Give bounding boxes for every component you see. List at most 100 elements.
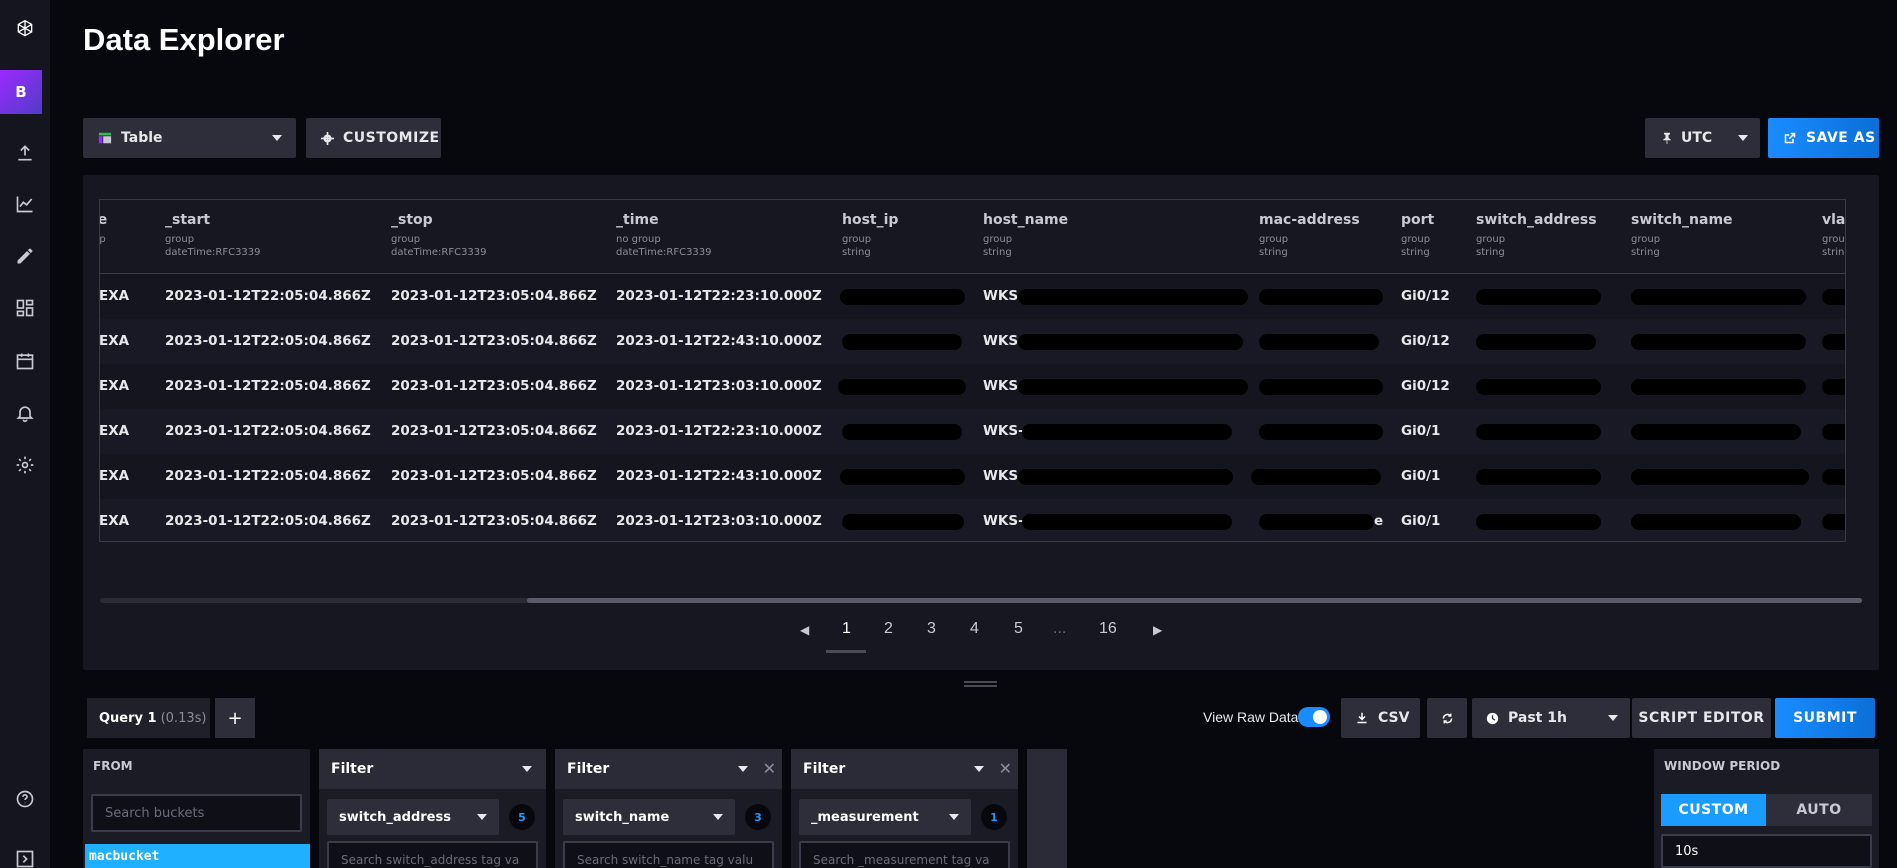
filter-key-dropdown[interactable]: _measurement: [799, 799, 971, 835]
dashboards-icon[interactable]: [0, 285, 50, 331]
scrollbar-thumb[interactable]: [527, 598, 1862, 603]
add-query-button[interactable]: +: [215, 698, 255, 738]
filter-card-header[interactable]: Filter: [319, 749, 546, 789]
download-icon: [1354, 710, 1370, 726]
chevron-down-icon: [477, 814, 487, 820]
table-row[interactable]: EXA 2023-01-12T22:05:04.866Z 2023-01-12T…: [100, 319, 1845, 364]
page-2[interactable]: 2: [884, 620, 893, 638]
timezone-dropdown[interactable]: UTC: [1645, 118, 1760, 158]
page-16[interactable]: 16: [1099, 620, 1117, 638]
close-icon[interactable]: ✕: [999, 759, 1012, 778]
filter-card-header[interactable]: Filter ✕: [555, 749, 782, 789]
redaction-mark: [1631, 379, 1806, 395]
horizontal-scrollbar[interactable]: [100, 598, 1862, 603]
selection-count-badge: 3: [745, 804, 771, 830]
upload-icon[interactable]: [0, 130, 50, 176]
column-group: group: [1259, 234, 1289, 245]
redaction-mark: [1259, 379, 1383, 395]
chevron-left-icon[interactable]: ◀: [800, 623, 809, 637]
table-row[interactable]: EXA 2023-01-12T22:05:04.866Z 2023-01-12T…: [100, 499, 1845, 541]
page-4[interactable]: 4: [970, 620, 979, 638]
gear-icon: [319, 130, 335, 146]
help-icon[interactable]: [0, 776, 50, 822]
cell-port: Gi0/12: [1401, 288, 1450, 304]
table-body: EXA 2023-01-12T22:05:04.866Z 2023-01-12T…: [99, 274, 1845, 541]
cell-port: Gi0/12: [1401, 333, 1450, 349]
visualization-type-dropdown[interactable]: Table: [83, 118, 296, 158]
bucket-search-input[interactable]: Search buckets: [91, 794, 302, 832]
column-name: _stop: [391, 212, 433, 228]
graph-icon[interactable]: [0, 181, 50, 227]
table-row[interactable]: EXA 2023-01-12T22:05:04.866Z 2023-01-12T…: [100, 274, 1845, 319]
cell-value: EXA: [99, 468, 130, 484]
expand-icon[interactable]: [0, 836, 50, 868]
influx-logo-icon[interactable]: [0, 6, 50, 52]
view-raw-data-toggle[interactable]: [1298, 707, 1330, 727]
column-group: no group: [616, 234, 661, 245]
customize-button[interactable]: CUSTOMIZE: [306, 118, 441, 158]
redaction-mark: [1476, 334, 1596, 350]
cell-host-name: WKS-: [983, 513, 1024, 529]
table-row[interactable]: EXA 2023-01-12T22:05:04.866Z 2023-01-12T…: [100, 364, 1845, 409]
calendar-icon[interactable]: [0, 338, 50, 384]
left-nav: B: [0, 0, 50, 868]
chevron-down-icon: [974, 766, 984, 772]
refresh-button[interactable]: [1427, 698, 1467, 738]
query-tab-time: (0.13s): [160, 710, 207, 726]
auto-window-button[interactable]: AUTO: [1766, 794, 1872, 826]
cell-time: 2023-01-12T22:43:10.000Z: [616, 333, 822, 349]
window-period-input[interactable]: 10s: [1661, 834, 1872, 868]
clock-icon: [1484, 710, 1500, 726]
cell-start: 2023-01-12T22:05:04.866Z: [165, 423, 371, 439]
redaction-mark: [1476, 424, 1601, 440]
filter-key-dropdown[interactable]: switch_name: [563, 799, 735, 835]
add-filter-card[interactable]: [1027, 749, 1067, 868]
chevron-down-icon: [738, 766, 748, 772]
cell-start: 2023-01-12T22:05:04.866Z: [165, 468, 371, 484]
tag-search-input[interactable]: Search _measurement tag va: [799, 841, 1010, 868]
custom-window-button[interactable]: CUSTOM: [1661, 794, 1766, 826]
page-1[interactable]: 1: [842, 620, 851, 638]
tag-search-input[interactable]: Search switch_address tag va: [327, 841, 538, 868]
pencil-icon[interactable]: [0, 233, 50, 279]
table-row[interactable]: EXA 2023-01-12T22:05:04.866Z 2023-01-12T…: [100, 409, 1845, 454]
column-type: dateTime:RFC3339: [616, 247, 712, 258]
column-name: _start: [165, 212, 211, 228]
table-row[interactable]: EXA 2023-01-12T22:05:04.866Z 2023-01-12T…: [99, 454, 1845, 499]
script-editor-button[interactable]: SCRIPT EDITOR: [1632, 698, 1771, 738]
query-tab[interactable]: Query 1 (0.13s): [87, 698, 210, 738]
csv-download-button[interactable]: CSV: [1341, 698, 1420, 738]
column-name: switch_address: [1476, 212, 1597, 228]
panel-resize-handle[interactable]: [964, 681, 997, 687]
org-avatar[interactable]: B: [0, 70, 42, 114]
filter-title: Filter: [331, 761, 374, 777]
redaction-mark: [840, 469, 965, 485]
redaction-mark: [1631, 424, 1801, 440]
gear-icon[interactable]: [0, 442, 50, 488]
redaction-mark: [1631, 334, 1806, 350]
column-group: roup: [99, 234, 106, 245]
page-5[interactable]: 5: [1014, 620, 1023, 638]
cell-start: 2023-01-12T22:05:04.866Z: [165, 288, 371, 304]
redaction-mark: [1822, 514, 1845, 530]
page-ellipsis: ...: [1053, 620, 1067, 637]
bell-icon[interactable]: [0, 390, 50, 436]
column-type: string: [983, 247, 1012, 258]
page-3[interactable]: 3: [927, 620, 936, 638]
column-type: string: [1259, 247, 1288, 258]
time-range-dropdown[interactable]: Past 1h: [1472, 698, 1630, 738]
close-icon[interactable]: ✕: [763, 759, 776, 778]
save-as-button[interactable]: SAVE AS: [1768, 118, 1879, 158]
redaction-mark: [1259, 289, 1383, 305]
cell-stop: 2023-01-12T23:05:04.866Z: [391, 513, 597, 529]
chevron-right-icon[interactable]: ▶: [1153, 623, 1162, 637]
column-name: port: [1401, 212, 1435, 228]
submit-button[interactable]: SUBMIT: [1775, 698, 1875, 738]
filter-card-header[interactable]: Filter ✕: [791, 749, 1018, 789]
time-range-label: Past 1h: [1508, 710, 1567, 726]
bucket-item-selected[interactable]: macbucket: [85, 844, 310, 868]
tag-search-input[interactable]: Search switch_name tag valu: [563, 841, 774, 868]
redaction-mark: [1022, 424, 1232, 440]
auto-label: AUTO: [1796, 802, 1842, 818]
filter-key-dropdown[interactable]: switch_address: [327, 799, 499, 835]
